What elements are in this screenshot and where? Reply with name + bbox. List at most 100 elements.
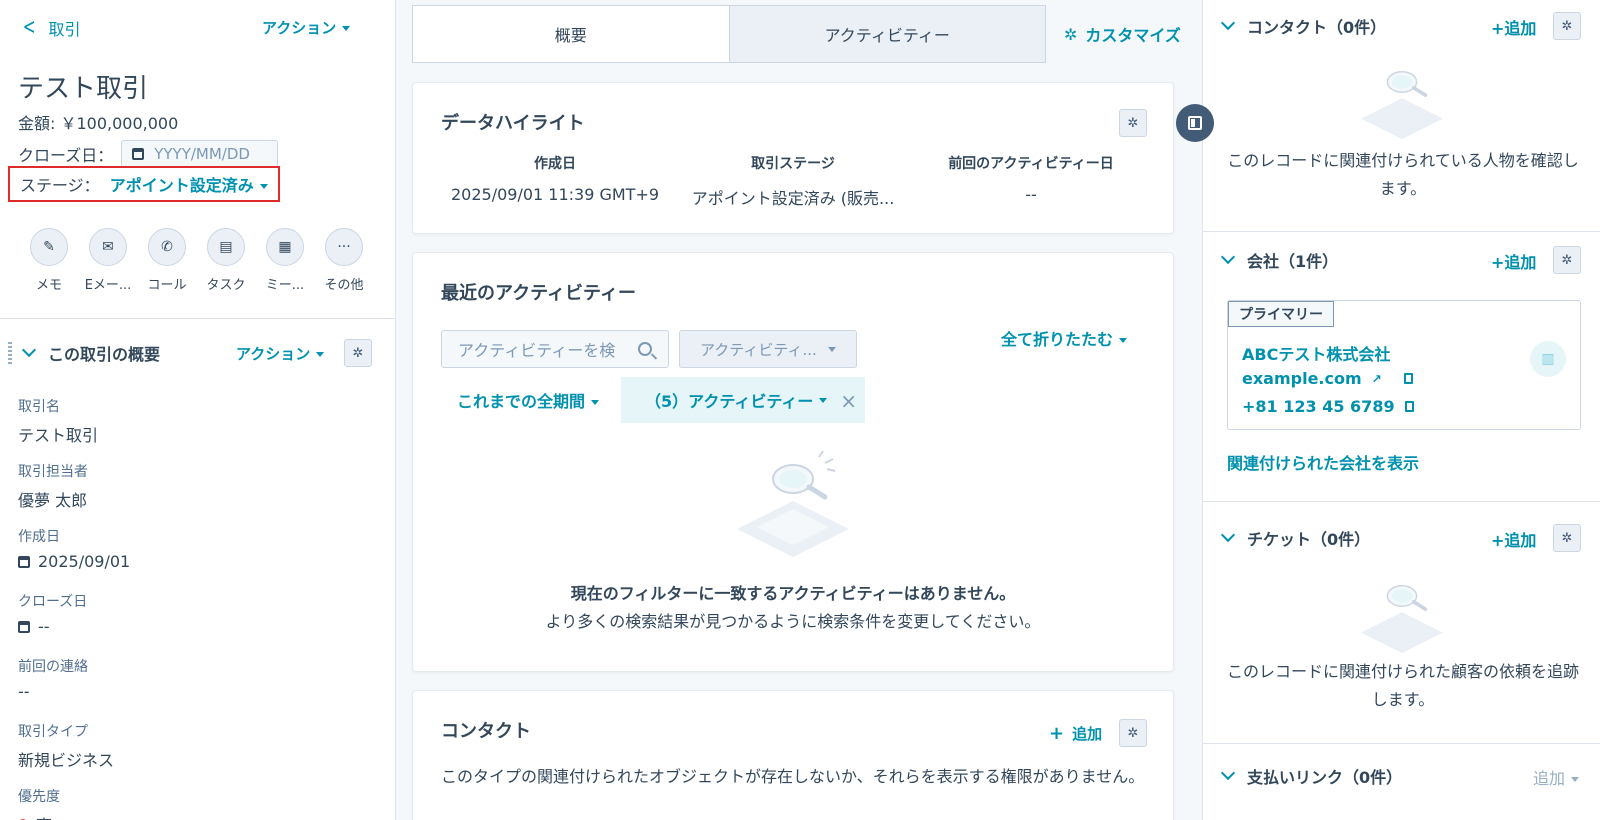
contacts-section-title: コンタクト（0件） (1247, 18, 1387, 37)
highlight-label: 前回のアクティビティー日 (948, 156, 1114, 172)
collapse-all-button[interactable]: 全て折りたたむ (1001, 326, 1128, 350)
add-contact-button[interactable]: +追加 (1049, 723, 1102, 744)
external-link-icon[interactable]: ↗ (1372, 372, 1382, 386)
property-deal-name[interactable]: 取引名 テスト取引 (18, 396, 130, 461)
tab-activity[interactable]: アクティビティー (728, 6, 1045, 62)
company-website-link[interactable]: example.com (1242, 369, 1362, 388)
property-label: 優先度 (18, 789, 60, 805)
stage-value: アポイント設定済み (109, 176, 254, 195)
quick-action-more[interactable]: ··· その他 (325, 228, 364, 293)
calendar-icon (18, 555, 30, 568)
empty-search-illustration (737, 450, 849, 557)
tickets-empty-text: このレコードに関連付けられた顧客の依頼を追跡します。 (1226, 662, 1579, 709)
property-priority[interactable]: 優先度 高 (18, 786, 130, 820)
copy-icon[interactable] (1403, 373, 1413, 384)
caret-down-icon (1571, 777, 1580, 782)
highlight-stage: 取引ステージ アポイント設定済み (販売... (673, 153, 913, 209)
more-icon: ··· (325, 228, 363, 266)
gear-icon[interactable]: ✲ (1119, 109, 1147, 137)
highlight-label: 取引ステージ (751, 156, 835, 172)
company-name-link[interactable]: ABCテスト株式会社 (1242, 341, 1390, 365)
stage-label: ステージ： (20, 176, 100, 195)
customize-button[interactable]: ✲ カスタマイズ (1064, 22, 1181, 46)
property-last-contacted[interactable]: 前回の連絡 -- (18, 656, 130, 721)
summary-section-header[interactable]: この取引の概要 アクション ✲ (8, 338, 378, 368)
property-deal-owner[interactable]: 取引担当者 優夢 太郎 (18, 461, 130, 526)
summary-actions-dropdown[interactable]: アクション (236, 343, 325, 364)
add-payment-link-dropdown[interactable]: 追加 (1533, 765, 1580, 789)
payment-links-section-header[interactable]: 支払いリンク（0件） (1220, 764, 1402, 788)
gear-icon[interactable]: ✲ (1119, 719, 1147, 747)
period-filter[interactable]: これまでの全期間 (457, 388, 600, 412)
stage-row: ステージ： アポイント設定済み (8, 166, 280, 202)
property-label: 取引タイプ (18, 724, 88, 740)
quick-action-call[interactable]: ✆ コール (148, 228, 187, 293)
search-icon (638, 342, 652, 356)
empty-title: 現在のフィルターに一致するアクティビティーはありません。 (570, 584, 1016, 603)
property-value: テスト取引 (18, 426, 99, 445)
actions-dropdown[interactable]: アクション (262, 17, 351, 38)
property-deal-type[interactable]: 取引タイプ 新規ビジネス (18, 721, 130, 786)
companies-section-title: 会社（1件） (1247, 252, 1339, 271)
add-ticket-button[interactable]: +追加 (1491, 527, 1536, 551)
add-label: 追加 (1072, 725, 1103, 743)
empty-search-illustration (1361, 584, 1443, 654)
gear-icon[interactable]: ✲ (1553, 524, 1581, 552)
empty-subtitle: より多くの検索結果が見つかるように検索条件を変更してください。 (545, 612, 1041, 631)
activity-filter-chip[interactable]: （5）アクティビティー × (621, 377, 865, 423)
contacts-section-header[interactable]: コンタクト（0件） (1220, 14, 1387, 38)
caret-down-icon (1119, 338, 1128, 343)
add-company-button[interactable]: +追加 (1491, 249, 1536, 273)
copy-icon[interactable] (1404, 401, 1414, 412)
record-sidebar: < 取引 アクション テスト取引 金額: ￥100,000,000 クローズ日：… (0, 0, 396, 820)
email-icon: ✉ (89, 228, 127, 266)
stage-dropdown[interactable]: アポイント設定済み (110, 172, 268, 196)
highlight-value: -- (1025, 185, 1037, 204)
property-label: 取引担当者 (18, 464, 88, 480)
property-value: 新規ビジネス (18, 751, 115, 770)
quick-action-note[interactable]: ✎ メモ (30, 228, 68, 293)
add-contact-button[interactable]: +追加 (1491, 15, 1536, 39)
companies-section-header[interactable]: 会社（1件） (1220, 248, 1339, 272)
tab-overview[interactable]: 概要 (413, 6, 729, 62)
chevron-down-icon (1220, 765, 1236, 781)
property-create-date[interactable]: 作成日 2025/09/01 (18, 526, 130, 591)
property-value: -- (38, 617, 50, 636)
property-value: 高 (36, 812, 52, 820)
activity-search-input[interactable]: アクティビティーを検 (441, 330, 669, 368)
actions-label: アクション (262, 19, 337, 37)
property-label: クローズ日 (18, 594, 88, 610)
phone-icon: ✆ (148, 228, 186, 266)
activity-filter-dropdown[interactable]: アクティビティ... (679, 330, 857, 368)
gear-icon[interactable]: ✲ (1553, 246, 1581, 274)
chevron-down-icon[interactable] (21, 342, 37, 358)
gear-icon: ✲ (1064, 24, 1078, 44)
tickets-section-header[interactable]: チケット（0件） (1220, 526, 1371, 550)
calendar-icon (132, 148, 145, 160)
property-label: 取引名 (18, 399, 60, 415)
drag-handle-icon[interactable] (8, 342, 12, 364)
record-title: テスト取引 (18, 74, 149, 104)
gear-icon[interactable]: ✲ (344, 339, 372, 367)
quick-action-email[interactable]: ✉ Eメー... (85, 228, 131, 293)
gear-icon[interactable]: ✲ (1553, 12, 1581, 40)
sidebar-toggle-icon[interactable] (1176, 104, 1214, 142)
show-associated-companies-link[interactable]: 関連付けられた会社を表示 (1227, 450, 1419, 474)
tab-bar: 概要 アクティビティー (412, 5, 1046, 63)
caret-down-icon (342, 26, 351, 31)
chip-label: （5）アクティビティー (645, 392, 814, 411)
close-date-input[interactable]: YYYY/MM/DD (121, 140, 279, 168)
divider (0, 318, 395, 319)
tickets-section-title: チケット（0件） (1247, 530, 1371, 549)
back-link[interactable]: < 取引 (20, 16, 81, 40)
quick-action-label: タスク (206, 278, 246, 293)
company-phone-link[interactable]: +81 123 45 6789 (1242, 397, 1395, 416)
property-close-date[interactable]: クローズ日 -- (18, 591, 130, 656)
close-icon[interactable]: × (840, 389, 857, 413)
caret-down-icon (259, 184, 268, 189)
amount[interactable]: 金額: ￥100,000,000 (18, 110, 178, 134)
contacts-card-title: コンタクト (441, 721, 531, 742)
quick-action-meeting[interactable]: ▦ ミー... (266, 228, 304, 293)
quick-action-task[interactable]: ▤ タスク (206, 228, 246, 293)
highlight-create-date: 作成日 2025/09/01 11:39 GMT+9 (435, 153, 675, 204)
